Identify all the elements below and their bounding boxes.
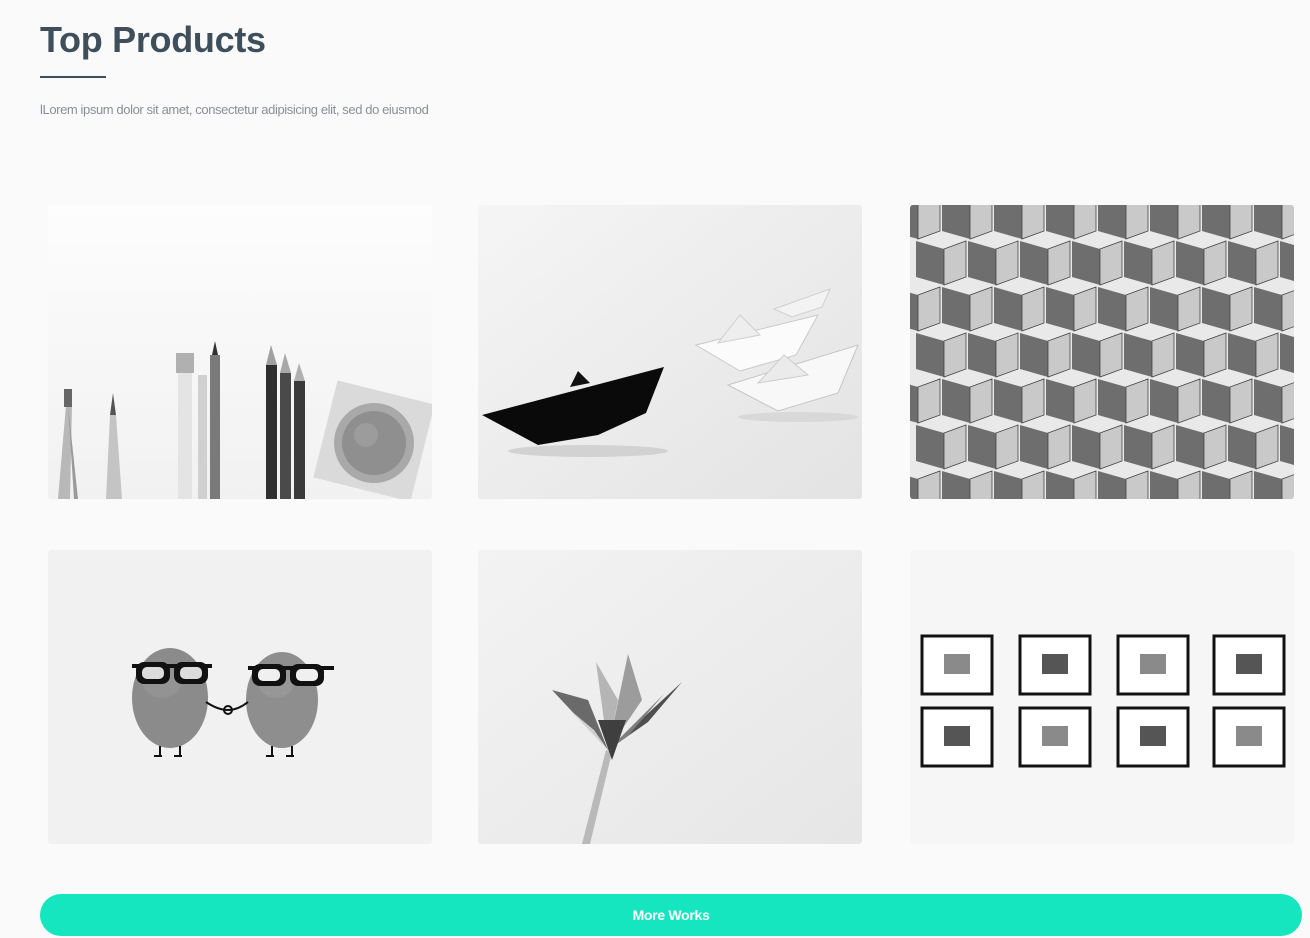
product-card-art-supplies[interactable] xyxy=(48,205,432,499)
section-description: lLorem ipsum dolor sit amet, consectetur… xyxy=(40,102,429,117)
more-works-button[interactable]: More Works xyxy=(40,894,1302,936)
product-card-stones-with-glasses[interactable] xyxy=(48,550,432,844)
product-card-origami-flower[interactable] xyxy=(478,550,862,844)
product-card-geometric-facade[interactable] xyxy=(910,205,1294,499)
section-header: Top Products lLorem ipsum dolor sit amet… xyxy=(40,18,440,123)
stones-with-glasses-image xyxy=(48,550,432,844)
product-card-paper-boats[interactable] xyxy=(478,205,862,499)
product-card-framed-pictures-wall[interactable] xyxy=(910,550,1294,844)
section-title: Top Products xyxy=(40,19,266,60)
art-supplies-image xyxy=(48,205,432,499)
title-underline xyxy=(40,76,106,78)
paper-boats-image xyxy=(478,205,862,499)
geometric-facade-image xyxy=(910,205,1294,499)
framed-pictures-wall-image xyxy=(910,550,1294,844)
product-grid xyxy=(48,205,1294,845)
top-products-section: Top Products lLorem ipsum dolor sit amet… xyxy=(0,0,1310,938)
origami-flower-image xyxy=(478,550,862,844)
